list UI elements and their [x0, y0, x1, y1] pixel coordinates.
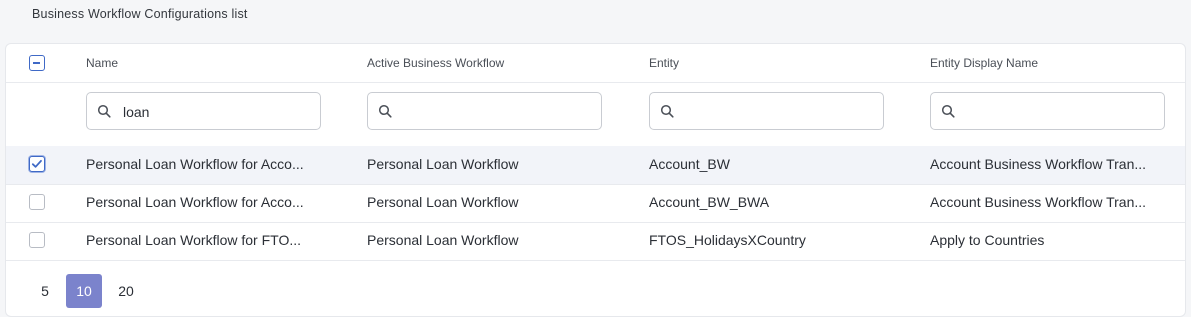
page-size-20[interactable]: 20 [108, 274, 144, 308]
cell-active-workflow: Personal Loan Workflow [367, 156, 519, 172]
search-icon [378, 104, 392, 118]
cell-entity: Account_BW_BWA [649, 194, 770, 210]
cell-entity: FTOS_HolidaysXCountry [649, 232, 806, 248]
table-row[interactable]: Personal Loan Workflow for FTO... Person… [6, 222, 1185, 260]
name-filter[interactable] [86, 92, 321, 130]
page-size-5[interactable]: 5 [27, 274, 63, 308]
pagination: 5 10 20 [6, 261, 1185, 317]
filter-row [6, 83, 1185, 146]
name-filter-input[interactable] [123, 102, 313, 122]
cell-entity-display-name: Account Business Workflow Tran... [930, 194, 1147, 210]
cell-active-workflow: Personal Loan Workflow [367, 194, 519, 210]
cell-name: Personal Loan Workflow for Acco... [86, 194, 304, 210]
select-all-checkbox[interactable] [29, 55, 45, 71]
cell-entity: Account_BW [649, 156, 730, 172]
row-checkbox[interactable] [29, 232, 45, 248]
entity-filter-input[interactable] [686, 102, 876, 122]
cell-active-workflow: Personal Loan Workflow [367, 232, 519, 248]
row-checkbox[interactable] [29, 194, 45, 210]
entity-filter[interactable] [649, 92, 884, 130]
active-workflow-filter[interactable] [367, 92, 602, 130]
table-row[interactable]: Personal Loan Workflow for Acco... Perso… [6, 184, 1185, 222]
cell-name: Personal Loan Workflow for Acco... [86, 156, 304, 172]
column-header-entity[interactable]: Entity [649, 56, 679, 70]
table-header: Name Active Business Workflow Entity Ent… [6, 44, 1185, 83]
active-workflow-filter-input[interactable] [404, 102, 594, 122]
row-checkbox[interactable] [29, 156, 45, 172]
cell-name: Personal Loan Workflow for FTO... [86, 232, 302, 248]
search-icon [97, 104, 111, 118]
column-header-active-workflow[interactable]: Active Business Workflow [367, 56, 504, 70]
page-size-10[interactable]: 10 [66, 274, 102, 308]
page-title: Business Workflow Configurations list [32, 7, 248, 21]
table-row[interactable]: Personal Loan Workflow for Acco... Perso… [6, 146, 1185, 184]
entity-display-name-filter-input[interactable] [967, 102, 1157, 122]
search-icon [941, 104, 955, 118]
checkmark-icon [31, 159, 42, 168]
column-header-entity-display-name[interactable]: Entity Display Name [930, 56, 1038, 70]
configurations-table: Name Active Business Workflow Entity Ent… [5, 43, 1186, 317]
entity-display-name-filter[interactable] [930, 92, 1165, 130]
cell-entity-display-name: Apply to Countries [930, 232, 1045, 248]
search-icon [660, 104, 674, 118]
cell-entity-display-name: Account Business Workflow Tran... [930, 156, 1147, 172]
column-header-name[interactable]: Name [86, 56, 118, 70]
